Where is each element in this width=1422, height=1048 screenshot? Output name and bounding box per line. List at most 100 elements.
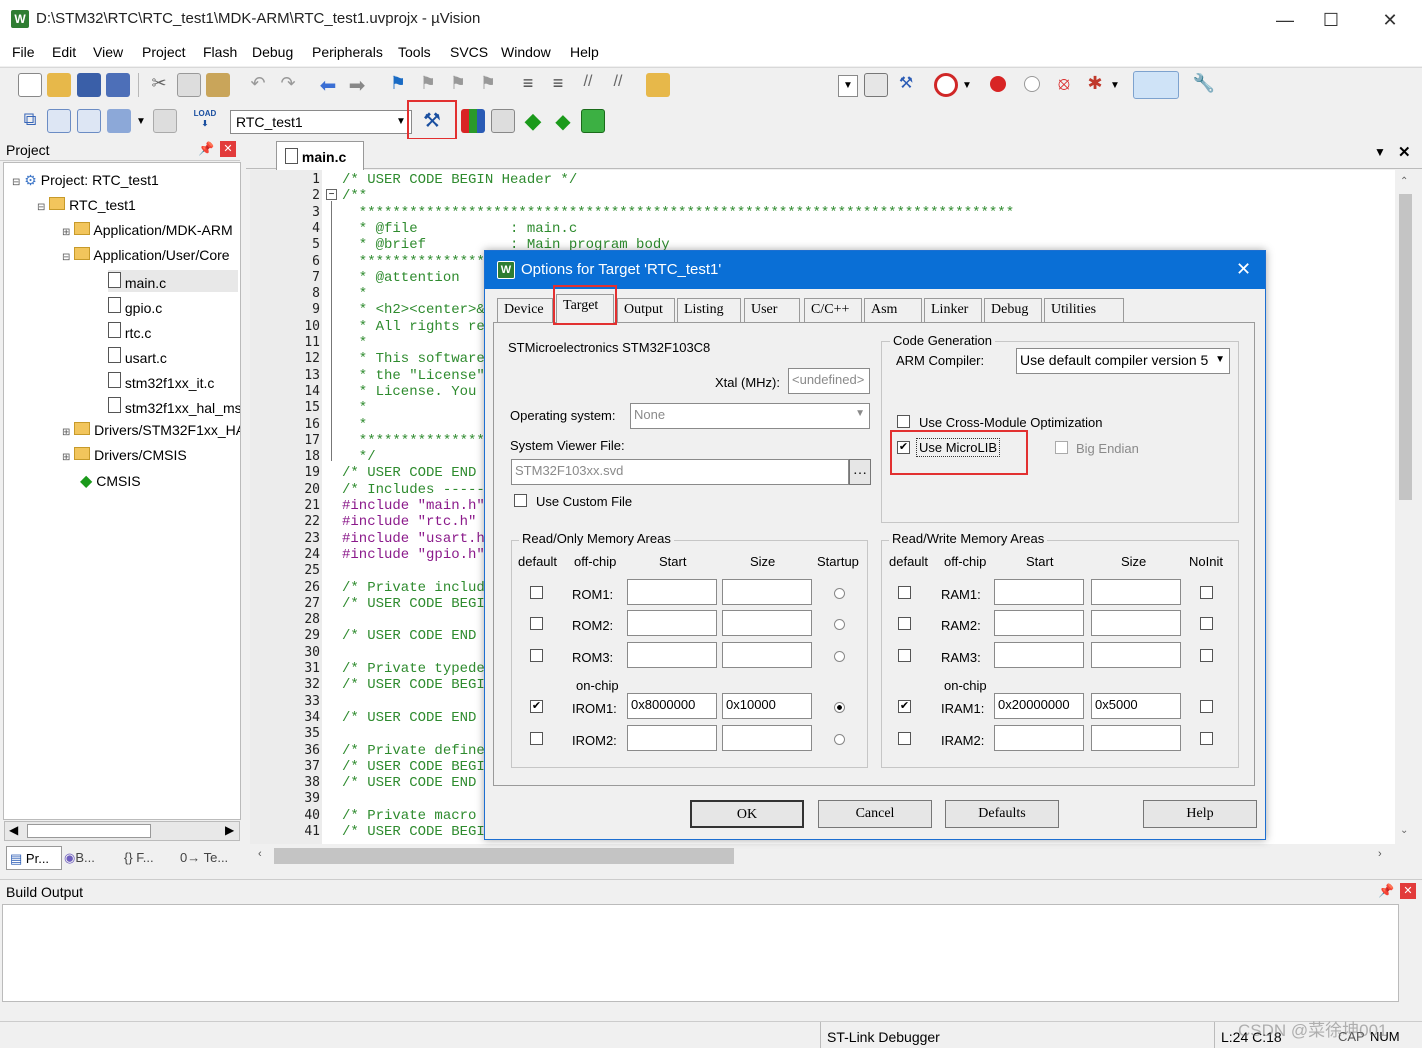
use-custom-file-checkbox[interactable] — [514, 494, 527, 507]
rw-default-checkbox[interactable] — [898, 649, 911, 662]
dialog-close-icon[interactable]: ✕ — [1236, 259, 1251, 280]
editor-tab-main-c[interactable]: main.c — [276, 141, 364, 170]
cross-module-checkbox[interactable] — [897, 415, 910, 428]
ro-start-input[interactable] — [627, 725, 717, 751]
device-database-icon[interactable] — [581, 109, 605, 133]
save-all-icon[interactable] — [106, 73, 130, 97]
help-button[interactable]: Help — [1143, 800, 1257, 828]
tab-device[interactable]: Device — [497, 298, 553, 322]
redo-icon[interactable]: ↷ — [276, 73, 300, 97]
select-target-combo[interactable]: RTC_test1 — [230, 110, 412, 134]
enable-breakpoint-icon[interactable] — [1024, 76, 1040, 92]
big-endian-checkbox[interactable] — [1055, 441, 1068, 454]
editor-vscrollbar[interactable]: ⌃ ⌄ — [1395, 170, 1416, 844]
comment-icon[interactable]: // — [576, 73, 600, 97]
bookmark-icon[interactable]: ⚑ — [386, 73, 410, 97]
menu-debug[interactable]: Debug — [252, 44, 293, 60]
manage-run-time-environment-icon[interactable]: ◆ — [551, 109, 575, 133]
tree-item-target[interactable]: ⊟ RTC_test1 — [37, 197, 136, 213]
build-output-vscrollbar[interactable] — [1399, 904, 1420, 1018]
rw-default-checkbox[interactable]: ✔ — [898, 700, 911, 713]
breakpoint-dropdown-icon[interactable]: ▼ — [1110, 80, 1120, 91]
debug-session-icon[interactable] — [934, 73, 958, 97]
maximize-button[interactable]: ☐ — [1308, 6, 1354, 34]
incremental-find-icon[interactable]: ⚒ — [894, 73, 918, 97]
tree-item-gpio-c[interactable]: gpio.c — [108, 297, 162, 316]
ro-size-input[interactable]: 0x10000 — [722, 693, 812, 719]
noinit-checkbox[interactable] — [1200, 617, 1213, 630]
prev-bookmark-icon[interactable]: ⚑ — [416, 73, 440, 97]
menu-help[interactable]: Help — [570, 44, 599, 60]
editor-hscrollbar[interactable]: ‹ › — [250, 845, 1395, 867]
os-select[interactable]: None ▼ — [630, 403, 870, 429]
load-download-icon[interactable]: LOAD ⬇ — [193, 109, 217, 133]
cancel-button[interactable]: Cancel — [818, 800, 932, 828]
undo-icon[interactable]: ↶ — [246, 73, 270, 97]
startup-radio[interactable] — [834, 651, 845, 662]
rw-default-checkbox[interactable] — [898, 617, 911, 630]
rw-start-input[interactable] — [994, 725, 1084, 751]
find-combo-dropdown[interactable]: ▼ — [838, 75, 858, 97]
tab-books[interactable]: ◉B... — [64, 850, 95, 866]
close-editor-icon[interactable]: ✕ — [1398, 143, 1411, 161]
tab-project[interactable]: ▤ Pr... — [6, 846, 62, 870]
tab-functions[interactable]: {} F... — [124, 850, 154, 865]
tree-item-group-hal[interactable]: ⊞ Drivers/STM32F1xx_HAL_Driver — [62, 422, 240, 438]
menu-tools[interactable]: Tools — [398, 44, 431, 60]
tab-listing[interactable]: Listing — [677, 298, 741, 322]
indent-icon[interactable]: ≡ — [516, 73, 540, 97]
menu-project[interactable]: Project — [142, 44, 186, 60]
build-output-hscrollbar[interactable] — [2, 1002, 1399, 1018]
disable-all-breakpoints-icon[interactable]: ⦻ — [1052, 73, 1076, 97]
ro-default-checkbox[interactable] — [530, 732, 543, 745]
tab-user[interactable]: User — [744, 298, 800, 322]
options-for-target-icon[interactable]: ⚒ — [420, 108, 444, 132]
close-button[interactable]: ✕ — [1367, 6, 1413, 34]
rw-size-input[interactable] — [1091, 642, 1181, 668]
hscroll-thumb[interactable] — [274, 848, 734, 864]
tab-c-cpp[interactable]: C/C++ — [804, 298, 862, 322]
batch-dropdown-icon[interactable]: ▼ — [136, 116, 146, 127]
ro-start-input[interactable] — [627, 610, 717, 636]
rw-start-input[interactable]: 0x20000000 — [994, 693, 1084, 719]
ro-default-checkbox[interactable] — [530, 617, 543, 630]
scroll-up-icon[interactable]: ⌃ — [1400, 176, 1408, 187]
tree-item-rtc-c[interactable]: rtc.c — [108, 322, 151, 341]
xtal-input[interactable]: <undefined> — [788, 368, 870, 394]
ro-size-input[interactable] — [722, 642, 812, 668]
configure-icon[interactable]: 🔧 — [1192, 73, 1216, 97]
tab-utilities[interactable]: Utilities — [1044, 298, 1124, 322]
insert-breakpoint-icon[interactable] — [990, 76, 1006, 92]
manage-project-items-icon[interactable] — [461, 109, 485, 133]
ro-start-input[interactable] — [627, 579, 717, 605]
noinit-checkbox[interactable] — [1200, 586, 1213, 599]
arm-compiler-select[interactable]: Use default compiler version 5 ▼ — [1016, 348, 1230, 374]
tree-item-usart-c[interactable]: usart.c — [108, 347, 167, 366]
save-icon[interactable] — [77, 73, 101, 97]
tree-item-group-mdk[interactable]: ⊞ Application/MDK-ARM — [62, 222, 240, 238]
menu-view[interactable]: View — [93, 44, 123, 60]
debug-dropdown-icon[interactable]: ▼ — [962, 80, 972, 91]
pin-icon[interactable]: 📌 — [1378, 883, 1394, 899]
rw-start-input[interactable] — [994, 579, 1084, 605]
pin-icon[interactable]: 📌 — [198, 141, 214, 157]
scroll-thumb[interactable] — [27, 824, 151, 838]
navigate-forward-icon[interactable]: ➡ — [345, 73, 369, 97]
tab-linker[interactable]: Linker — [924, 298, 982, 322]
tree-item-group-cmsis[interactable]: ⊞ Drivers/CMSIS — [62, 447, 187, 463]
menu-flash[interactable]: Flash — [203, 44, 237, 60]
menu-window[interactable]: Window — [501, 44, 551, 60]
menu-file[interactable]: File — [12, 44, 35, 60]
tree-item-hal-msp-c[interactable]: stm32f1xx_hal_msp.c — [108, 397, 240, 416]
startup-radio[interactable] — [834, 702, 845, 713]
tree-item-it-c[interactable]: stm32f1xx_it.c — [108, 372, 214, 391]
find-in-files-icon[interactable] — [646, 73, 670, 97]
vscroll-thumb[interactable] — [1399, 194, 1412, 500]
tree-item-cmsis[interactable]: ◆ CMSIS — [80, 471, 141, 491]
ro-size-input[interactable] — [722, 610, 812, 636]
rw-size-input[interactable] — [1091, 610, 1181, 636]
menu-svcs[interactable]: SVCS — [450, 44, 488, 60]
rw-size-input[interactable]: 0x5000 — [1091, 693, 1181, 719]
uncomment-icon[interactable]: // — [606, 73, 630, 97]
unindent-icon[interactable]: ≡ — [546, 73, 570, 97]
